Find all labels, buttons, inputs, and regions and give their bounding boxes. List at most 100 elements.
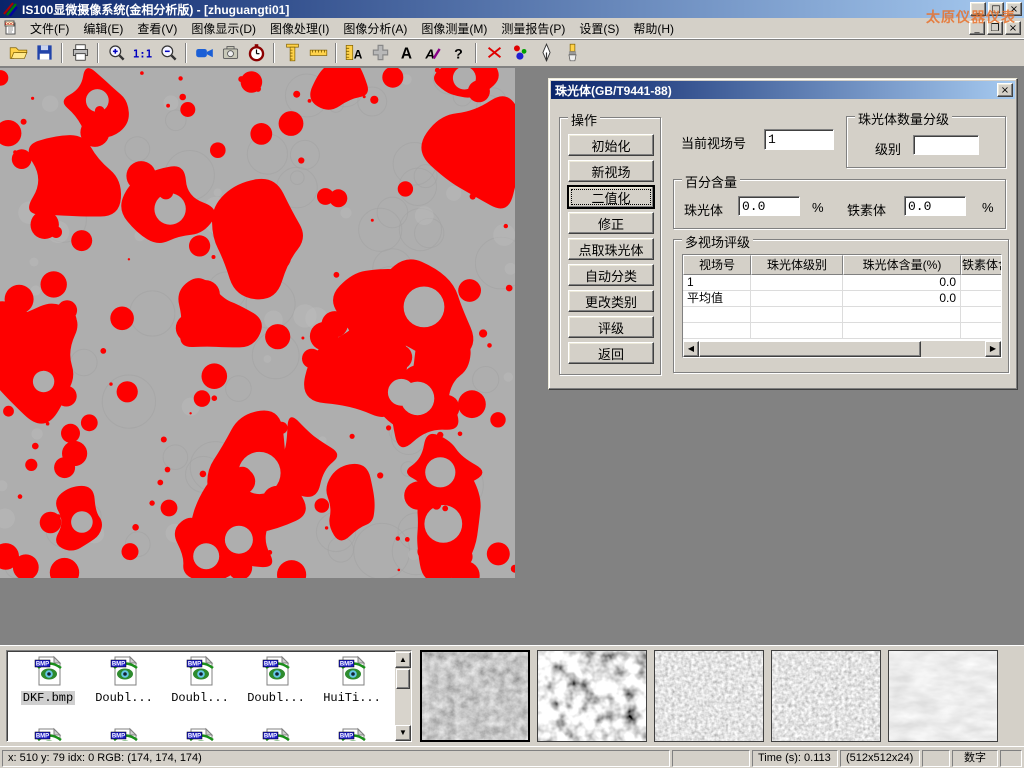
video-camera-button[interactable] (191, 41, 217, 65)
actual-size-button[interactable]: 1:1 (129, 41, 155, 65)
scroll-down-button[interactable]: ▼ (395, 725, 411, 741)
brush-button[interactable] (559, 41, 585, 65)
timer-button[interactable] (243, 41, 269, 65)
percent-group-label: 百分含量 (682, 172, 740, 191)
grade-input[interactable] (913, 135, 979, 155)
file-browser[interactable]: ▲ ▼ BMPDKF.bmpBMPDoubl...BMPDoubl...BMPD… (6, 650, 412, 742)
ruler-button[interactable] (305, 41, 331, 65)
dialog-body: 操作 初始化新视场二值化修正点取珠光体自动分类更改类别评级返回 当前视场号 珠光… (551, 99, 1015, 387)
thumbnail-4[interactable] (771, 650, 881, 742)
file-item-HuiTi-[interactable]: BMPHuiTi... (315, 655, 389, 705)
menu-item-help[interactable]: 帮助(H) (626, 18, 681, 39)
op-button-9[interactable]: 返回 (568, 342, 654, 364)
current-field-input[interactable] (764, 129, 834, 150)
op-button-8[interactable]: 评级 (568, 316, 654, 338)
menu-item-settings[interactable]: 设置(S) (572, 18, 626, 39)
op-button-3[interactable]: 二值化 (568, 186, 654, 208)
file-item-partial[interactable]: BMP (163, 727, 237, 742)
close-button[interactable]: × (1006, 2, 1022, 16)
table-row[interactable]: 10.0 (683, 275, 1001, 291)
mdi-minimize-button[interactable]: _ (969, 21, 985, 35)
text-button[interactable]: A (393, 41, 419, 65)
file-item-partial[interactable]: BMP (315, 727, 389, 742)
thumbnail-3[interactable] (654, 650, 764, 742)
file-item-DKF-bmp[interactable]: BMPDKF.bmp (11, 655, 85, 705)
menu-item-measure-report[interactable]: 测量报告(P) (494, 18, 572, 39)
menu-item-image-analysis[interactable]: 图像分析(A) (336, 18, 414, 39)
save-button[interactable] (31, 41, 57, 65)
grid-button[interactable] (367, 41, 393, 65)
help-icon: ? (449, 43, 468, 62)
specimen-image[interactable] (0, 68, 515, 578)
file-item-partial[interactable]: BMP (239, 727, 313, 742)
zoom-out-button[interactable] (155, 41, 181, 65)
pearlite-percent-unit: % (812, 200, 824, 215)
table-column-header[interactable]: 视场号 (683, 255, 751, 275)
minimize-button[interactable]: _ (970, 2, 986, 16)
file-list-scrollbar[interactable]: ▲ ▼ (395, 651, 411, 741)
op-button-2[interactable]: 新视场 (568, 160, 654, 182)
toolbar-separator (273, 43, 275, 63)
edit-text-button[interactable]: A (419, 41, 445, 65)
ferrite-percent-input[interactable] (904, 196, 966, 216)
zoom-in-button[interactable] (103, 41, 129, 65)
file-item-Doubl-[interactable]: BMPDoubl... (87, 655, 161, 705)
op-button-1[interactable]: 初始化 (568, 134, 654, 156)
file-item-Doubl-[interactable]: BMPDoubl... (239, 655, 313, 705)
scrollbar-thumb[interactable] (699, 341, 921, 357)
op-button-6[interactable]: 自动分类 (568, 264, 654, 286)
mode-status: 数字 (952, 750, 998, 767)
menu-item-view[interactable]: 查看(V) (130, 18, 184, 39)
menu-item-image-measure[interactable]: 图像测量(M) (414, 18, 494, 39)
table-cell (961, 291, 1002, 307)
rating-table[interactable]: 视场号珠光体级别珠光体含量(%)铁素体含量(%) 10.0平均值0.0 ◀ ▶ (682, 254, 1002, 358)
multi-field-group-label: 多视场评级 (682, 232, 753, 251)
op-button-7[interactable]: 更改类别 (568, 290, 654, 312)
scroll-right-button[interactable]: ▶ (985, 341, 1001, 357)
status-bar: x: 510 y: 79 idx: 0 RGB: (174, 174, 174)… (0, 746, 1024, 768)
dialog-title-bar[interactable]: 珠光体(GB/T9441-88) × (551, 81, 1015, 99)
mdi-close-button[interactable]: × (1005, 21, 1021, 35)
snapshot-button[interactable] (217, 41, 243, 65)
table-column-header[interactable]: 珠光体含量(%) (843, 255, 961, 275)
scroll-up-button[interactable]: ▲ (395, 652, 411, 668)
maximize-button[interactable]: □ (988, 2, 1004, 16)
zoom-in-icon (107, 43, 126, 62)
file-item-partial[interactable]: BMP (11, 727, 85, 742)
thumbnail-1[interactable] (420, 650, 530, 742)
scroll-left-button[interactable]: ◀ (683, 341, 699, 357)
delete-curve-button[interactable] (481, 41, 507, 65)
menu-item-edit[interactable]: 编辑(E) (76, 18, 130, 39)
print-button[interactable] (67, 41, 93, 65)
help-button[interactable]: ? (445, 41, 471, 65)
table-horizontal-scrollbar[interactable]: ◀ ▶ (683, 341, 1001, 357)
table-row[interactable]: 平均值0.0 (683, 291, 1001, 307)
file-item-Doubl-[interactable]: BMPDoubl... (163, 655, 237, 705)
file-scrollbar-thumb[interactable] (396, 669, 410, 689)
toolbar-buttons: 1:1AAA? (5, 41, 585, 65)
measure-text-icon: A (345, 43, 364, 62)
mdi-restore-button[interactable]: ❐ (987, 21, 1003, 35)
op-button-5[interactable]: 点取珠光体 (568, 238, 654, 260)
op-button-4[interactable]: 修正 (568, 212, 654, 234)
operations-group-label: 操作 (568, 110, 600, 129)
table-column-header[interactable]: 铁素体含量(%) (961, 255, 1002, 275)
grading-group: 珠光体数量分级 级别 (846, 116, 1006, 168)
pen-button[interactable] (533, 41, 559, 65)
thumbnail-2[interactable] (537, 650, 647, 742)
dialog-close-button[interactable]: × (997, 83, 1013, 97)
open-button[interactable] (5, 41, 31, 65)
menu-item-image-process[interactable]: 图像处理(I) (263, 18, 336, 39)
pearlite-percent-input[interactable] (738, 196, 800, 216)
particles-button[interactable] (507, 41, 533, 65)
caliper-button[interactable] (279, 41, 305, 65)
menu-item-image-display[interactable]: 图像显示(D) (184, 18, 263, 39)
thumbnail-5[interactable] (888, 650, 998, 742)
table-column-header[interactable]: 珠光体级别 (751, 255, 843, 275)
scrollbar-track[interactable] (921, 341, 985, 357)
measure-text-button[interactable]: A (341, 41, 367, 65)
table-row[interactable] (683, 323, 1001, 339)
menu-item-file[interactable]: 文件(F) (23, 18, 76, 39)
file-item-partial[interactable]: BMP (87, 727, 161, 742)
table-row[interactable] (683, 307, 1001, 323)
